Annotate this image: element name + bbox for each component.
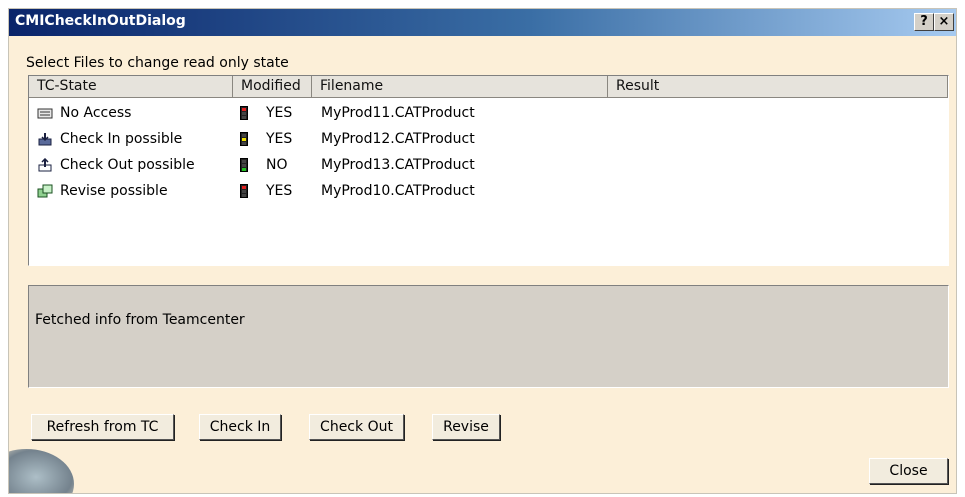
check-out-icon <box>38 158 52 172</box>
row-state: Revise possible <box>60 183 168 199</box>
file-list[interactable]: TC-State Modified Filename Result No Acc… <box>28 75 949 266</box>
decorative-globe-graphic <box>9 449 74 493</box>
list-header: TC-State Modified Filename Result <box>29 76 948 98</box>
row-state: Check Out possible <box>60 157 195 173</box>
table-row[interactable]: Check In possible YES MyProd12.CATProduc… <box>29 126 948 152</box>
row-filename: MyProd13.CATProduct <box>321 157 475 173</box>
check-in-icon <box>38 133 52 146</box>
revise-icon <box>37 184 53 198</box>
check-in-button[interactable]: Check In <box>199 414 281 440</box>
table-row[interactable]: Check Out possible NO MyProd13.CATProduc… <box>29 152 948 178</box>
row-state: Check In possible <box>60 131 183 147</box>
status-message: Fetched info from Teamcenter <box>35 312 245 328</box>
row-filename: MyProd11.CATProduct <box>321 105 475 121</box>
column-header-tc-state[interactable]: TC-State <box>29 76 233 98</box>
column-header-modified[interactable]: Modified <box>233 76 312 98</box>
traffic-light-green-icon <box>240 158 248 172</box>
no-access-icon <box>37 108 53 119</box>
table-row[interactable]: No Access YES MyProd11.CATProduct <box>29 100 948 126</box>
dialog-window: CMICheckInOutDialog ? × Select Files to … <box>8 8 957 494</box>
row-state: No Access <box>60 105 132 121</box>
status-panel: Fetched info from Teamcenter <box>28 285 949 388</box>
revise-button[interactable]: Revise <box>432 414 500 440</box>
list-caption: Select Files to change read only state <box>26 55 289 71</box>
title-close-button[interactable]: × <box>934 13 954 31</box>
traffic-light-red-icon <box>240 106 248 120</box>
column-header-filename[interactable]: Filename <box>312 76 608 98</box>
title-bar[interactable]: CMICheckInOutDialog ? × <box>9 9 956 36</box>
refresh-from-tc-button[interactable]: Refresh from TC <box>31 414 174 440</box>
help-button[interactable]: ? <box>914 13 934 31</box>
table-row[interactable]: Revise possible YES MyProd10.CATProduct <box>29 178 948 204</box>
row-filename: MyProd12.CATProduct <box>321 131 475 147</box>
traffic-light-yellow-icon <box>240 132 248 146</box>
column-header-result[interactable]: Result <box>608 76 948 98</box>
traffic-light-red-icon <box>240 184 248 198</box>
row-modified: YES <box>266 105 293 121</box>
window-title: CMICheckInOutDialog <box>15 13 186 29</box>
close-button[interactable]: Close <box>869 458 948 484</box>
check-out-button[interactable]: Check Out <box>309 414 404 440</box>
row-modified: YES <box>266 183 293 199</box>
row-modified: YES <box>266 131 293 147</box>
row-modified: NO <box>266 157 288 173</box>
row-filename: MyProd10.CATProduct <box>321 183 475 199</box>
